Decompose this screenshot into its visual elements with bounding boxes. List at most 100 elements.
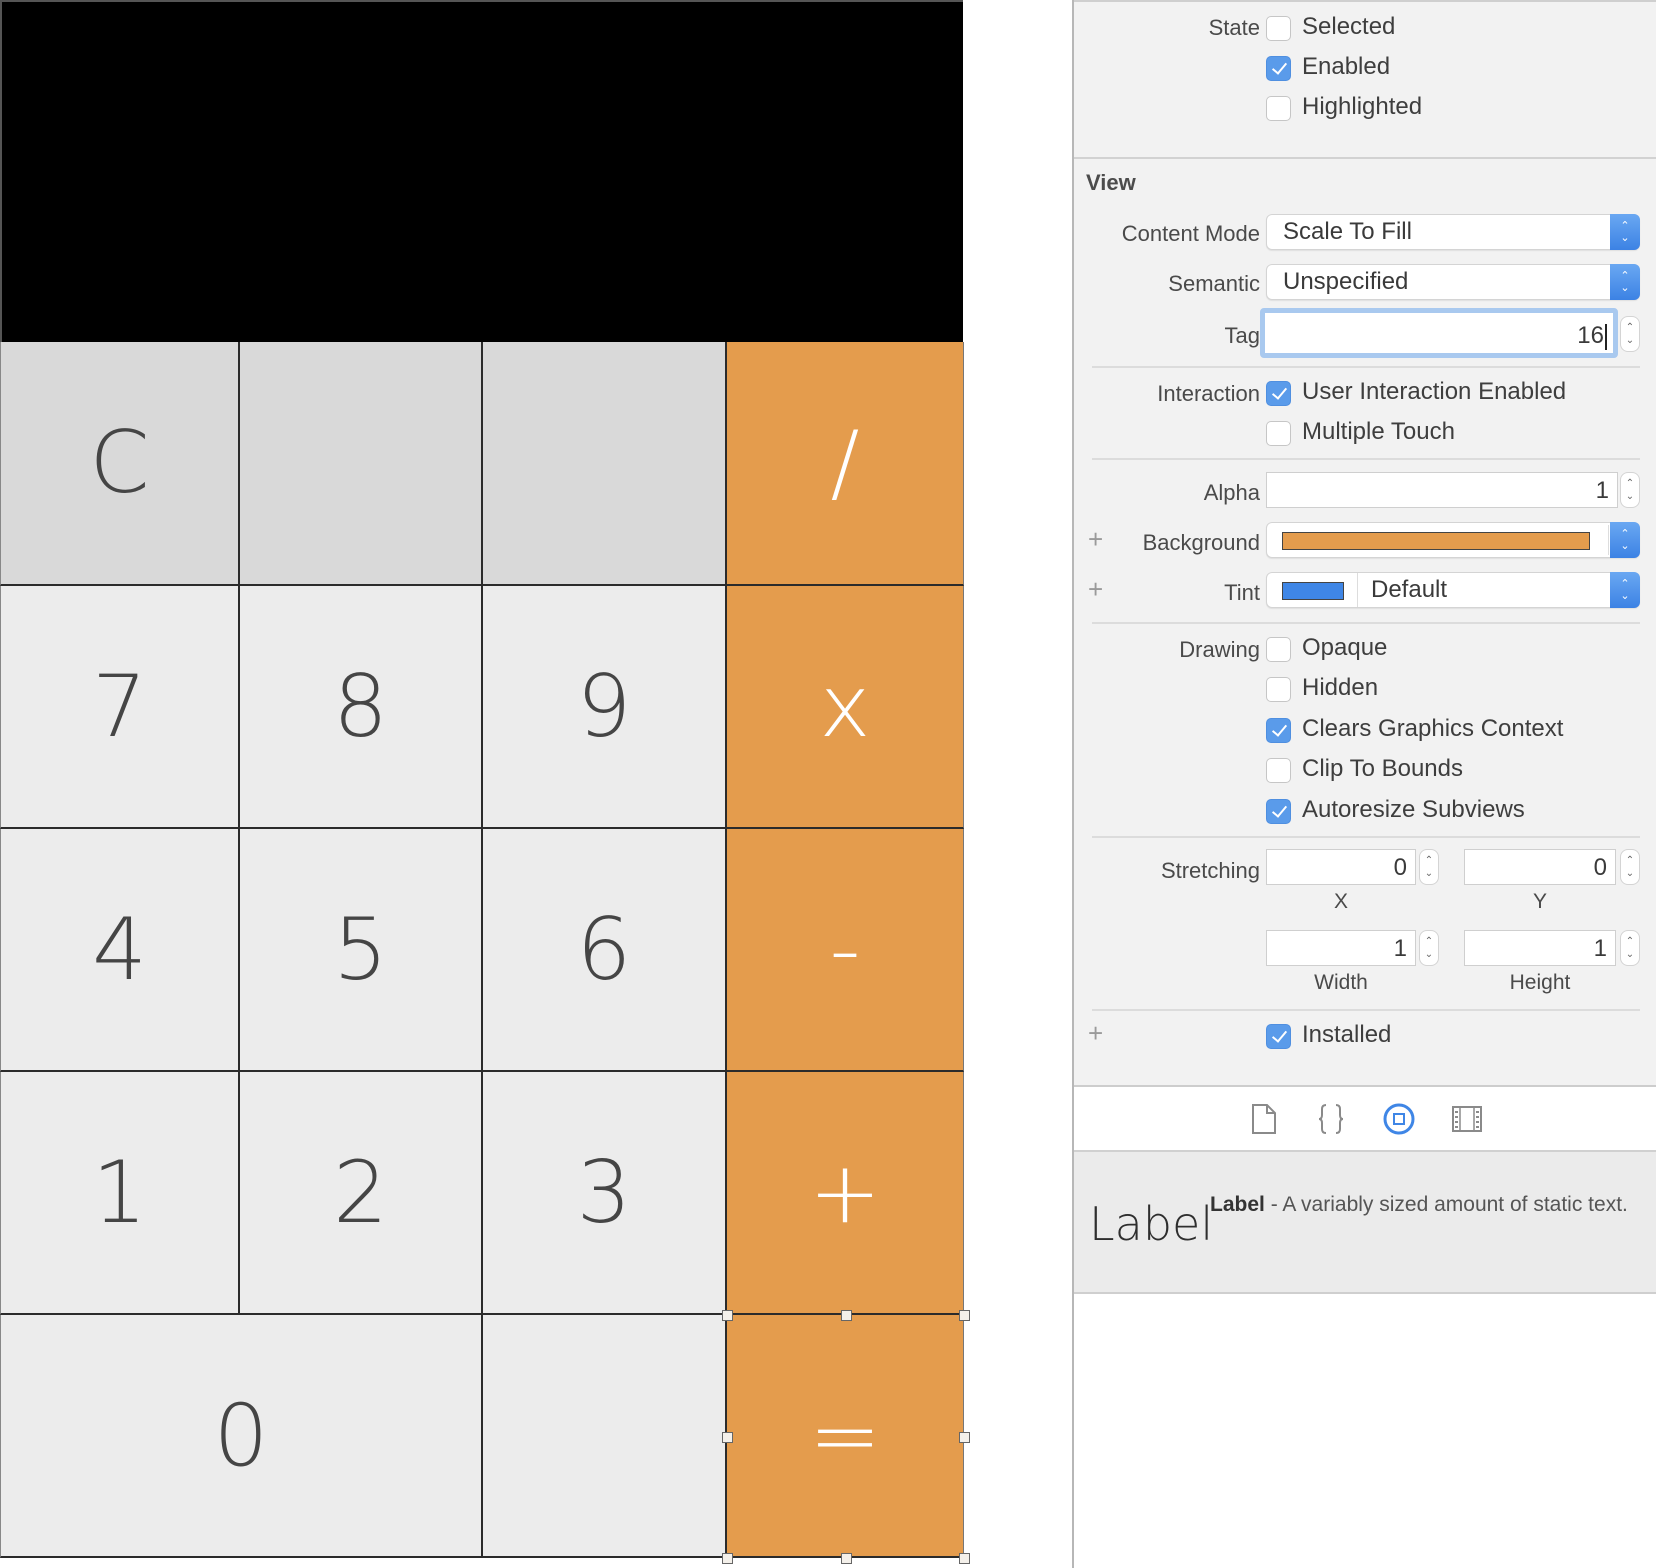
key-4[interactable]: 4 xyxy=(0,829,240,1072)
stretching-y-label: Y xyxy=(1532,890,1547,913)
file-template-icon xyxy=(1252,1104,1276,1134)
stretching-y-field[interactable]: 0 xyxy=(1464,849,1616,885)
selection-resize-handle[interactable] xyxy=(959,1310,970,1321)
selection-resize-handle[interactable] xyxy=(840,1553,852,1564)
key-label: 3 xyxy=(576,1142,632,1243)
content-mode-label: Content Mode xyxy=(1121,221,1260,246)
selection-resize-handle[interactable] xyxy=(722,1431,733,1443)
key-add[interactable]: + xyxy=(727,1072,964,1315)
add-variation-icon[interactable]: + xyxy=(1088,1018,1103,1049)
tag-field[interactable]: 16 xyxy=(1260,308,1618,358)
add-variation-icon[interactable]: + xyxy=(1088,574,1103,605)
enabled-checkbox[interactable] xyxy=(1266,56,1291,81)
key-blank-1[interactable] xyxy=(240,342,483,586)
key-8[interactable]: 8 xyxy=(240,586,483,829)
enabled-checkbox-label: Enabled xyxy=(1302,53,1391,80)
library-item-label[interactable]: Label Label - A variably sized amount of… xyxy=(1074,1152,1656,1294)
clears-graphics-context-label: Clears Graphics Context xyxy=(1302,715,1564,742)
popup-arrows-icon: ⌃ ⌄ xyxy=(1610,572,1640,608)
media-library-tab[interactable] xyxy=(1449,1101,1485,1137)
state-label: State xyxy=(1208,15,1260,40)
installed-label: Installed xyxy=(1302,1021,1392,1048)
tag-label: Tag xyxy=(1224,323,1260,348)
clears-graphics-context-checkbox[interactable] xyxy=(1266,718,1291,743)
stretching-x-stepper[interactable]: ⌃ ⌄ xyxy=(1419,849,1439,885)
selection-resize-handle[interactable] xyxy=(959,1431,970,1443)
alpha-field[interactable]: 1 xyxy=(1266,472,1618,508)
key-label: - xyxy=(829,899,861,1000)
key-divide[interactable]: / xyxy=(727,342,964,586)
autoresize-subviews-label: Autoresize Subviews xyxy=(1302,796,1525,823)
stretching-width-field[interactable]: 1 xyxy=(1266,930,1416,966)
tint-color-swatch xyxy=(1282,582,1344,600)
alpha-value: 1 xyxy=(1595,477,1609,504)
opaque-label: Opaque xyxy=(1302,634,1388,661)
code-snippet-tab[interactable] xyxy=(1313,1101,1349,1137)
stretching-height-stepper[interactable]: ⌃ ⌄ xyxy=(1620,930,1640,966)
key-blank-2[interactable] xyxy=(483,342,727,586)
key-equals[interactable]: = xyxy=(727,1315,964,1558)
highlighted-checkbox[interactable] xyxy=(1266,96,1291,121)
key-multiply[interactable]: x xyxy=(727,586,964,829)
section-divider xyxy=(1074,157,1656,159)
autoresize-subviews-checkbox[interactable] xyxy=(1266,799,1291,824)
add-variation-icon[interactable]: + xyxy=(1088,524,1103,555)
selection-resize-handle[interactable] xyxy=(959,1553,970,1564)
stretching-width-stepper[interactable]: ⌃ ⌄ xyxy=(1419,930,1439,966)
selected-checkbox-label: Selected xyxy=(1302,13,1396,40)
key-3[interactable]: 3 xyxy=(483,1072,727,1315)
interaction-label: Interaction xyxy=(1157,381,1260,406)
stretching-x-label: X xyxy=(1333,890,1348,913)
library-item-text: - A variably sized amount of static text… xyxy=(1264,1193,1628,1216)
calculator-display[interactable] xyxy=(0,0,963,342)
stretching-height-value: 1 xyxy=(1593,935,1607,962)
tag-value: 16 xyxy=(1577,322,1604,349)
selection-resize-handle[interactable] xyxy=(722,1310,733,1321)
key-label: 7 xyxy=(92,656,147,757)
key-label: / xyxy=(830,413,860,513)
stretching-y-value: 0 xyxy=(1593,854,1607,881)
user-interaction-enabled-checkbox[interactable] xyxy=(1266,381,1291,406)
hidden-checkbox[interactable] xyxy=(1266,677,1291,702)
key-blank-3[interactable] xyxy=(483,1315,727,1558)
selected-checkbox[interactable] xyxy=(1266,16,1291,41)
key-9[interactable]: 9 xyxy=(483,586,727,829)
key-label: 5 xyxy=(333,899,388,1000)
highlighted-checkbox-label: Highlighted xyxy=(1302,93,1423,120)
file-template-tab[interactable] xyxy=(1246,1101,1282,1137)
selection-resize-handle[interactable] xyxy=(722,1553,733,1564)
tag-stepper[interactable]: ⌃ ⌄ xyxy=(1620,316,1640,352)
key-5[interactable]: 5 xyxy=(240,829,483,1072)
stretching-height-field[interactable]: 1 xyxy=(1464,930,1616,966)
multiple-touch-checkbox[interactable] xyxy=(1266,421,1291,446)
key-clear[interactable]: C xyxy=(0,342,240,586)
semantic-value: Unspecified xyxy=(1283,268,1409,295)
key-6[interactable]: 6 xyxy=(483,829,727,1072)
library-item-description: Label - A variably sized amount of stati… xyxy=(1210,1190,1630,1220)
tint-color-popup[interactable]: Default ⌃ ⌄ xyxy=(1266,572,1640,608)
section-divider xyxy=(1092,366,1640,368)
key-label: 4 xyxy=(92,899,147,1000)
alpha-stepper[interactable]: ⌃ ⌄ xyxy=(1620,472,1640,508)
library-item-preview: Label xyxy=(1089,1197,1214,1251)
stretching-width-label: Width xyxy=(1314,971,1368,994)
key-2[interactable]: 2 xyxy=(240,1072,483,1315)
semantic-popup[interactable]: Unspecified ⌃ ⌄ xyxy=(1266,264,1640,300)
key-label: C xyxy=(89,413,150,513)
selection-resize-handle[interactable] xyxy=(840,1310,852,1321)
key-0[interactable]: 0 xyxy=(0,1315,483,1558)
popup-separator xyxy=(1357,573,1358,607)
object-library-tab[interactable] xyxy=(1381,1101,1417,1137)
clip-to-bounds-checkbox[interactable] xyxy=(1266,758,1291,783)
library-tab-bar xyxy=(1074,1087,1656,1152)
key-7[interactable]: 7 xyxy=(0,586,240,829)
installed-checkbox[interactable] xyxy=(1266,1024,1291,1049)
key-1[interactable]: 1 xyxy=(0,1072,240,1315)
stretching-y-stepper[interactable]: ⌃ ⌄ xyxy=(1620,849,1640,885)
stretching-x-field[interactable]: 0 xyxy=(1266,849,1416,885)
content-mode-popup[interactable]: Scale To Fill ⌃ ⌄ xyxy=(1266,214,1640,250)
key-subtract[interactable]: - xyxy=(727,829,964,1072)
opaque-checkbox[interactable] xyxy=(1266,637,1291,662)
multiple-touch-label: Multiple Touch xyxy=(1302,418,1455,445)
background-color-popup[interactable]: ⌃ ⌄ xyxy=(1266,522,1640,558)
